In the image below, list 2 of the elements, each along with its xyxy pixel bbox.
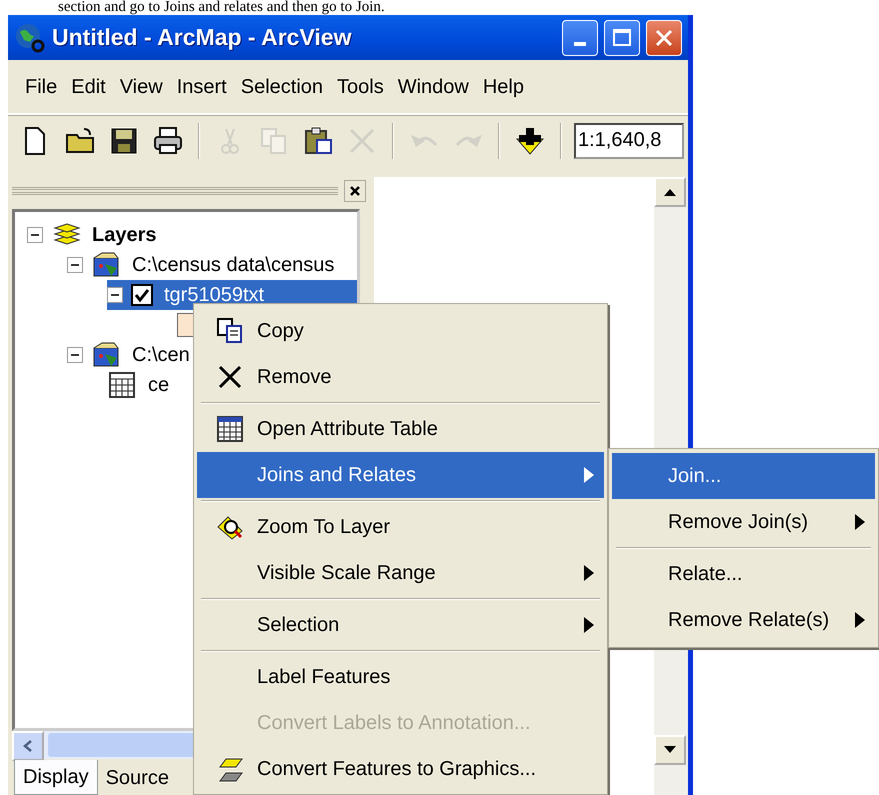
window-title: Untitled - ArcMap - ArcView [52,23,352,52]
caption-text: section and go to Joins and relates and then go to Join. [57,0,386,15]
